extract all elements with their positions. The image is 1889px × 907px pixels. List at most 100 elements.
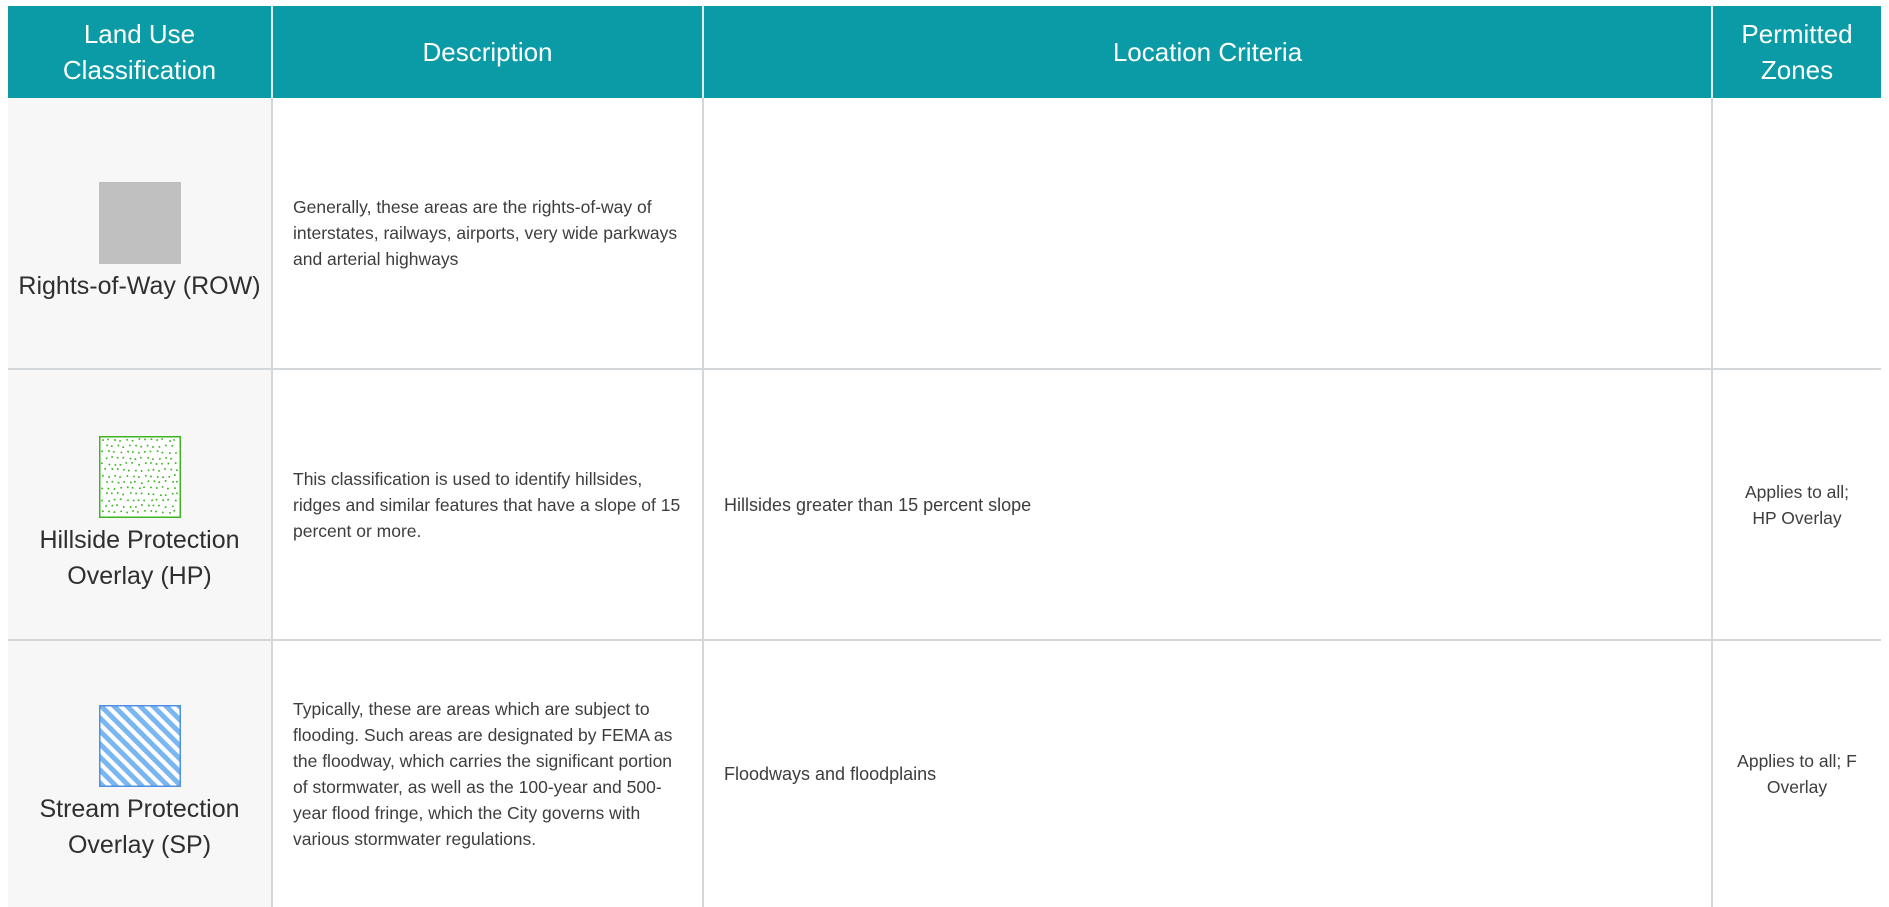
- stipple-dot: [105, 456, 108, 459]
- header-classification-label: Land Use Classification: [62, 19, 217, 85]
- stipple-dot: [125, 438, 128, 441]
- stipple-dot: [125, 474, 128, 477]
- stipple-dot: [119, 486, 122, 489]
- stipple-dot: [166, 498, 169, 501]
- stipple-dot: [149, 485, 152, 488]
- stipple-dot: [107, 449, 110, 452]
- stipple-dot: [131, 509, 134, 512]
- stipple-dot: [110, 444, 113, 447]
- classification-label: Rights-of-Way (ROW): [18, 272, 261, 300]
- stipple-dot: [132, 499, 135, 501]
- stipple-dot: [103, 467, 106, 470]
- stipple-dot: [137, 451, 140, 454]
- stipple-dot: [130, 461, 133, 464]
- stipple-dot: [113, 463, 116, 466]
- stipple-dot: [147, 468, 149, 471]
- zones-text: Applies to all; HP Overlay: [1744, 481, 1850, 528]
- row-sp-zones: Applies to all; F Overlay: [1713, 641, 1881, 907]
- stipple-dot: [164, 493, 167, 496]
- stipple-dot: [131, 439, 133, 442]
- stipple-dot: [106, 437, 109, 440]
- stipple-dot: [105, 491, 108, 494]
- stipple-dot: [116, 456, 119, 459]
- stipple-dot: [158, 457, 161, 460]
- header-zones-label: Permitted Zones: [1741, 19, 1853, 85]
- stipple-dot: [127, 469, 130, 472]
- stipple-dot: [171, 492, 174, 495]
- stipple-dot: [151, 457, 154, 460]
- stipple-dot: [173, 473, 176, 476]
- stipple-dot: [174, 451, 177, 454]
- stipple-dot: [118, 439, 121, 442]
- stipple-dot: [133, 480, 136, 483]
- stipple-dot: [156, 475, 159, 478]
- stipple-dot: [175, 468, 178, 471]
- stipple-dot: [143, 509, 146, 512]
- stipple-dot: [166, 462, 169, 464]
- stipple-dot: [169, 457, 172, 460]
- stipple-dot: [171, 504, 174, 507]
- stipple-dot: [155, 498, 158, 501]
- stipple-dot: [151, 445, 154, 448]
- description-text: Generally, these areas are the rights-of…: [293, 197, 678, 269]
- zones-text: Applies to all; F Overlay: [1737, 751, 1857, 797]
- stipple-dot: [143, 437, 146, 440]
- stipple-dot: [113, 438, 116, 441]
- stipple-dot: [139, 456, 142, 459]
- stipple-dot: [173, 486, 176, 489]
- stipple-dot: [146, 479, 149, 482]
- stipple-dot: [156, 449, 159, 452]
- row-hp-description: This classification is used to identify …: [273, 370, 702, 639]
- stipple-dot: [133, 457, 136, 460]
- stipple-dot: [126, 485, 129, 488]
- stipple-dot: [118, 475, 121, 478]
- header-classification: Land Use Classification: [8, 6, 271, 98]
- stipple-dot: [152, 479, 155, 482]
- stipple-dot: [164, 505, 167, 508]
- stipple-dot: [129, 481, 132, 483]
- stipple-dot: [132, 474, 135, 477]
- stipple-dot: [157, 480, 160, 483]
- stipple-dot: [160, 451, 163, 454]
- stipple-dot: [119, 450, 122, 453]
- stipple-dot: [137, 498, 139, 501]
- stipple-dot: [161, 498, 164, 501]
- stipple-dot: [160, 437, 163, 440]
- stipple-dot: [100, 499, 103, 501]
- row-row-classification: Rights-of-Way (ROW): [8, 98, 271, 368]
- stipple-dot: [112, 510, 115, 513]
- stipple-dot: [122, 468, 125, 471]
- row-sp-location: Floodways and floodplains: [704, 641, 1711, 907]
- header-divider: [1711, 6, 1713, 98]
- header-location-label: Location Criteria: [1112, 37, 1303, 67]
- stipple-dot: [146, 444, 149, 447]
- stipple-dot: [122, 480, 125, 483]
- stipple-dot: [126, 498, 129, 501]
- stipple-dot: [104, 504, 107, 507]
- stipple-dot: [118, 463, 121, 466]
- stipple-dot: [174, 499, 177, 502]
- stipple-dot: [168, 439, 171, 442]
- stipple-dot: [172, 438, 175, 441]
- stipple-dot: [161, 475, 164, 478]
- stipple-dot: [169, 468, 172, 470]
- stipple-dot: [137, 463, 140, 466]
- stipple-dot: [151, 492, 154, 495]
- stipple-dot: [142, 499, 145, 501]
- header-description: Description: [273, 6, 702, 98]
- stipple-dot: [136, 510, 139, 513]
- header-description-label: Description: [422, 37, 553, 67]
- stipple-dot: [116, 444, 119, 446]
- stipple-dot: [128, 457, 131, 460]
- stipple-dot: [100, 449, 103, 452]
- stipple-dot: [155, 462, 157, 465]
- stipple-dot: [128, 443, 131, 446]
- stipple-dot: [115, 503, 118, 506]
- stipple-dot: [101, 509, 104, 512]
- stipple-dot: [175, 480, 178, 483]
- stipple-dot: [108, 463, 110, 465]
- stipple-dot: [101, 474, 104, 477]
- stipple-dot: [137, 437, 140, 440]
- stipple-dot: [138, 486, 141, 489]
- row-hp-location: Hillsides greater than 15 percent slope: [704, 370, 1711, 639]
